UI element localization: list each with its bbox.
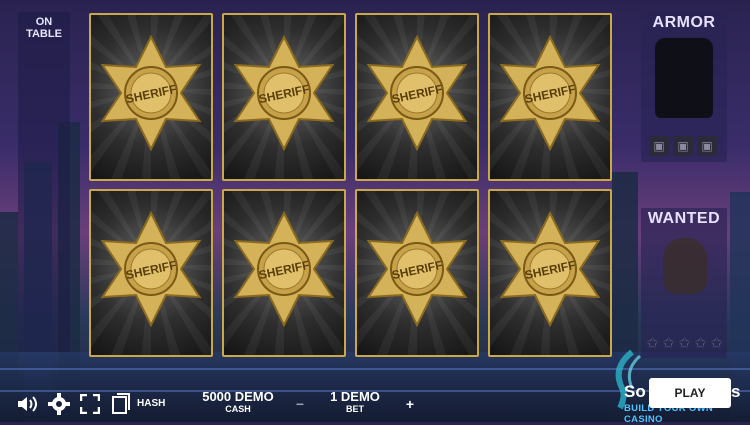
on-table-title: ON TABLE xyxy=(26,16,62,40)
vest-icon xyxy=(655,38,713,118)
card[interactable]: SHERIFF xyxy=(355,189,479,357)
bet-decrease-button[interactable]: − xyxy=(292,396,308,412)
card[interactable]: SHERIFF xyxy=(222,13,346,181)
sheriff-badge-icon: SHERIFF xyxy=(499,34,601,152)
sheriff-badge-icon: SHERIFF xyxy=(366,34,468,152)
fullscreen-icon[interactable] xyxy=(78,392,102,416)
sheriff-badge-icon: SHERIFF xyxy=(100,210,202,328)
card[interactable]: SHERIFF xyxy=(355,13,479,181)
armor-slot-1: ▣ xyxy=(649,136,669,156)
cash-value: 5000 DEMO xyxy=(202,389,274,404)
armor-slots: ▣ ▣ ▣ xyxy=(649,136,717,156)
armor-slot-3: ▣ xyxy=(697,136,717,156)
sheriff-badge-icon: SHERIFF xyxy=(366,210,468,328)
brand-name: So xyxy=(624,382,646,401)
brand-name-suffix: s xyxy=(731,382,741,401)
card-grid: SHERIFF SHERIFF SHERIFF SHERIFF SHERIFF SHERI… xyxy=(89,13,615,357)
wanted-panel: WANTED ✩ ✩ ✩ ✩ ✩ xyxy=(641,208,727,358)
card[interactable]: SHERIFF xyxy=(89,189,213,357)
document-icon[interactable] xyxy=(109,392,133,416)
armor-title: ARMOR xyxy=(652,14,716,31)
bet-value: 1 DEMO xyxy=(330,389,380,404)
armor-slot-2: ▣ xyxy=(673,136,693,156)
gear-icon[interactable] xyxy=(47,392,71,416)
sheriff-badge-icon: SHERIFF xyxy=(233,34,335,152)
on-table-panel: ON TABLE xyxy=(18,12,70,352)
speaker-icon[interactable] xyxy=(15,392,39,416)
play-button[interactable]: PLAY xyxy=(649,378,731,408)
card[interactable]: SHERIFF xyxy=(488,13,612,181)
wanted-portrait xyxy=(663,238,707,294)
card[interactable]: SHERIFF xyxy=(89,13,213,181)
sheriff-badge-icon: SHERIFF xyxy=(100,34,202,152)
cash-display: 5000 DEMO CASH xyxy=(198,389,278,414)
card[interactable]: SHERIFF xyxy=(488,189,612,357)
sheriff-badge-icon: SHERIFF xyxy=(233,210,335,328)
cash-label: CASH xyxy=(225,404,251,414)
card[interactable]: SHERIFF xyxy=(222,189,346,357)
bet-increase-button[interactable]: + xyxy=(402,396,418,412)
hash-label[interactable]: HASH xyxy=(137,398,165,409)
armor-panel: ARMOR ▣ ▣ ▣ xyxy=(641,12,727,162)
bet-label: BET xyxy=(346,404,364,414)
bet-display: 1 DEMO BET xyxy=(325,389,385,414)
wanted-title: WANTED xyxy=(647,210,721,227)
sheriff-badge-icon: SHERIFF xyxy=(499,210,601,328)
